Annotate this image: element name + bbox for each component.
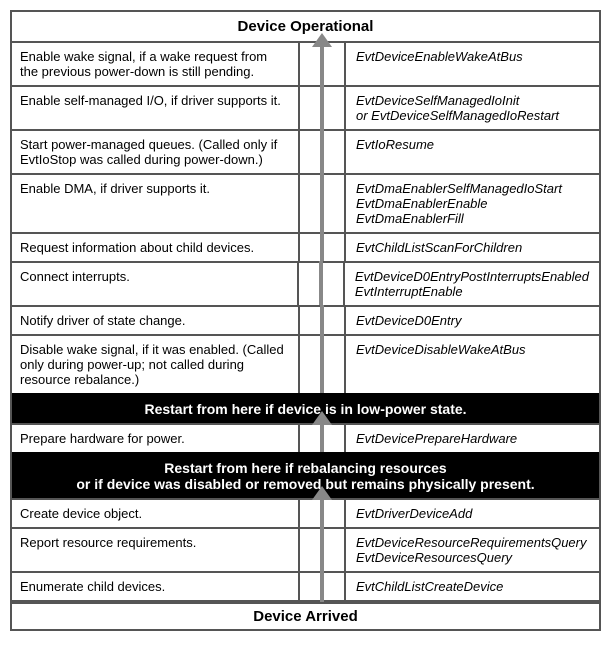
callback: EvtDriverDeviceAdd — [356, 506, 589, 521]
desc: Prepare hardware for power. — [12, 425, 300, 452]
callback: EvtDeviceD0EntryPostInterruptsEnabled — [355, 269, 589, 284]
callback: EvtDeviceResourcesQuery — [356, 550, 589, 565]
desc: Start power-managed queues. (Called only… — [12, 131, 300, 173]
callback: EvtDeviceSelfManagedIoInit — [356, 93, 589, 108]
row-enumerate-children: Enumerate child devices. EvtChildListCre… — [12, 571, 599, 602]
row-enable-wake: Enable wake signal, if a wake request fr… — [12, 41, 599, 87]
arrow-segment — [300, 500, 344, 527]
arrow-segment — [300, 131, 344, 173]
arrow-segment — [300, 529, 344, 571]
arrow-shaft — [320, 85, 324, 131]
arrow-shaft — [320, 305, 324, 336]
desc: Disable wake signal, if it was enabled. … — [12, 336, 300, 393]
row-child-info: Request information about child devices.… — [12, 232, 599, 263]
arrow-segment — [300, 43, 344, 85]
callback: EvtDmaEnablerEnable — [356, 196, 589, 211]
callback: EvtDmaEnablerFill — [356, 211, 589, 226]
arrow-shaft — [320, 571, 324, 602]
arrow-segment — [300, 175, 344, 232]
restart-bar-text-line1: Restart from here if rebalancing resourc… — [20, 460, 591, 476]
desc: Enumerate child devices. — [12, 573, 300, 600]
desc: Report resource requirements. — [12, 529, 300, 571]
arrow-shaft — [320, 500, 324, 529]
callbacks: EvtChildListCreateDevice — [344, 573, 599, 600]
arrow-segment — [300, 234, 344, 261]
restart-bar-text: Restart from here if device is in low-po… — [144, 401, 466, 417]
callbacks: EvtIoResume — [344, 131, 599, 173]
row-notify-state: Notify driver of state change. EvtDevice… — [12, 305, 599, 336]
arrow-shaft — [320, 334, 324, 395]
desc: Create device object. — [12, 500, 300, 527]
callback: EvtChildListCreateDevice — [356, 579, 589, 594]
desc: Request information about child devices. — [12, 234, 300, 261]
restart-bar-rebalance: Restart from here if rebalancing resourc… — [12, 452, 599, 500]
callback: EvtIoResume — [356, 137, 589, 152]
arrow-shaft — [320, 425, 324, 454]
callback: EvtChildListScanForChildren — [356, 240, 589, 255]
header-bottom: Device Arrived — [12, 602, 599, 629]
row-start-queues: Start power-managed queues. (Called only… — [12, 129, 599, 175]
callback: or EvtDeviceSelfManagedIoRestart — [356, 108, 589, 123]
arrow-segment — [299, 263, 343, 305]
up-arrowhead-icon — [312, 411, 332, 425]
callbacks: EvtDeviceEnableWakeAtBus — [344, 43, 599, 85]
callbacks: EvtDeviceD0EntryPostInterruptsEnabled Ev… — [343, 263, 599, 305]
row-prepare-hardware: Prepare hardware for power. EvtDevicePre… — [12, 423, 599, 454]
arrow-shaft — [320, 129, 324, 175]
arrow-shaft — [320, 232, 324, 263]
row-enable-dma: Enable DMA, if driver supports it. EvtDm… — [12, 173, 599, 234]
desc: Enable DMA, if driver supports it. — [12, 175, 300, 232]
callback: EvtInterruptEnable — [355, 284, 589, 299]
callbacks: EvtDeviceSelfManagedIoInit or EvtDeviceS… — [344, 87, 599, 129]
arrow-segment — [300, 87, 344, 129]
arrow-shaft — [319, 261, 323, 307]
callback: EvtDeviceD0Entry — [356, 313, 589, 328]
row-report-resource-req: Report resource requirements. EvtDeviceR… — [12, 527, 599, 573]
header-top: Device Operational — [12, 12, 599, 43]
pnp-power-diagram: Device Operational Enable wake signal, i… — [10, 10, 601, 631]
callbacks: EvtDmaEnablerSelfManagedIoStart EvtDmaEn… — [344, 175, 599, 232]
callbacks: EvtDriverDeviceAdd — [344, 500, 599, 527]
arrow-segment — [300, 307, 344, 334]
restart-bar-text-line2: or if device was disabled or removed but… — [20, 476, 591, 492]
callbacks: EvtDeviceD0Entry — [344, 307, 599, 334]
callback: EvtDmaEnablerSelfManagedIoStart — [356, 181, 589, 196]
arrow-shaft — [320, 527, 324, 573]
row-create-device-object: Create device object. EvtDriverDeviceAdd — [12, 498, 599, 529]
row-connect-interrupts: Connect interrupts. EvtDeviceD0EntryPost… — [12, 261, 599, 307]
desc: Enable self-managed I/O, if driver suppo… — [12, 87, 300, 129]
callback: EvtDeviceEnableWakeAtBus — [356, 49, 589, 64]
desc: Enable wake signal, if a wake request fr… — [12, 43, 300, 85]
desc: Notify driver of state change. — [12, 307, 300, 334]
row-self-managed-io: Enable self-managed I/O, if driver suppo… — [12, 85, 599, 131]
callbacks: EvtDevicePrepareHardware — [344, 425, 599, 452]
desc: Connect interrupts. — [12, 263, 299, 305]
row-disable-wake: Disable wake signal, if it was enabled. … — [12, 334, 599, 395]
arrow-segment — [300, 425, 344, 452]
restart-bar-low-power: Restart from here if device is in low-po… — [12, 393, 599, 425]
arrow-shaft — [320, 173, 324, 234]
arrow-shaft — [320, 43, 324, 87]
callbacks: EvtDeviceDisableWakeAtBus — [344, 336, 599, 393]
callback: EvtDeviceDisableWakeAtBus — [356, 342, 589, 357]
up-arrowhead-icon — [312, 486, 332, 500]
callback: EvtDeviceResourceRequirementsQuery — [356, 535, 589, 550]
up-arrowhead-icon — [312, 33, 332, 47]
arrow-segment — [300, 573, 344, 600]
arrow-segment — [300, 336, 344, 393]
callbacks: EvtChildListScanForChildren — [344, 234, 599, 261]
callbacks: EvtDeviceResourceRequirementsQuery EvtDe… — [344, 529, 599, 571]
callback: EvtDevicePrepareHardware — [356, 431, 589, 446]
